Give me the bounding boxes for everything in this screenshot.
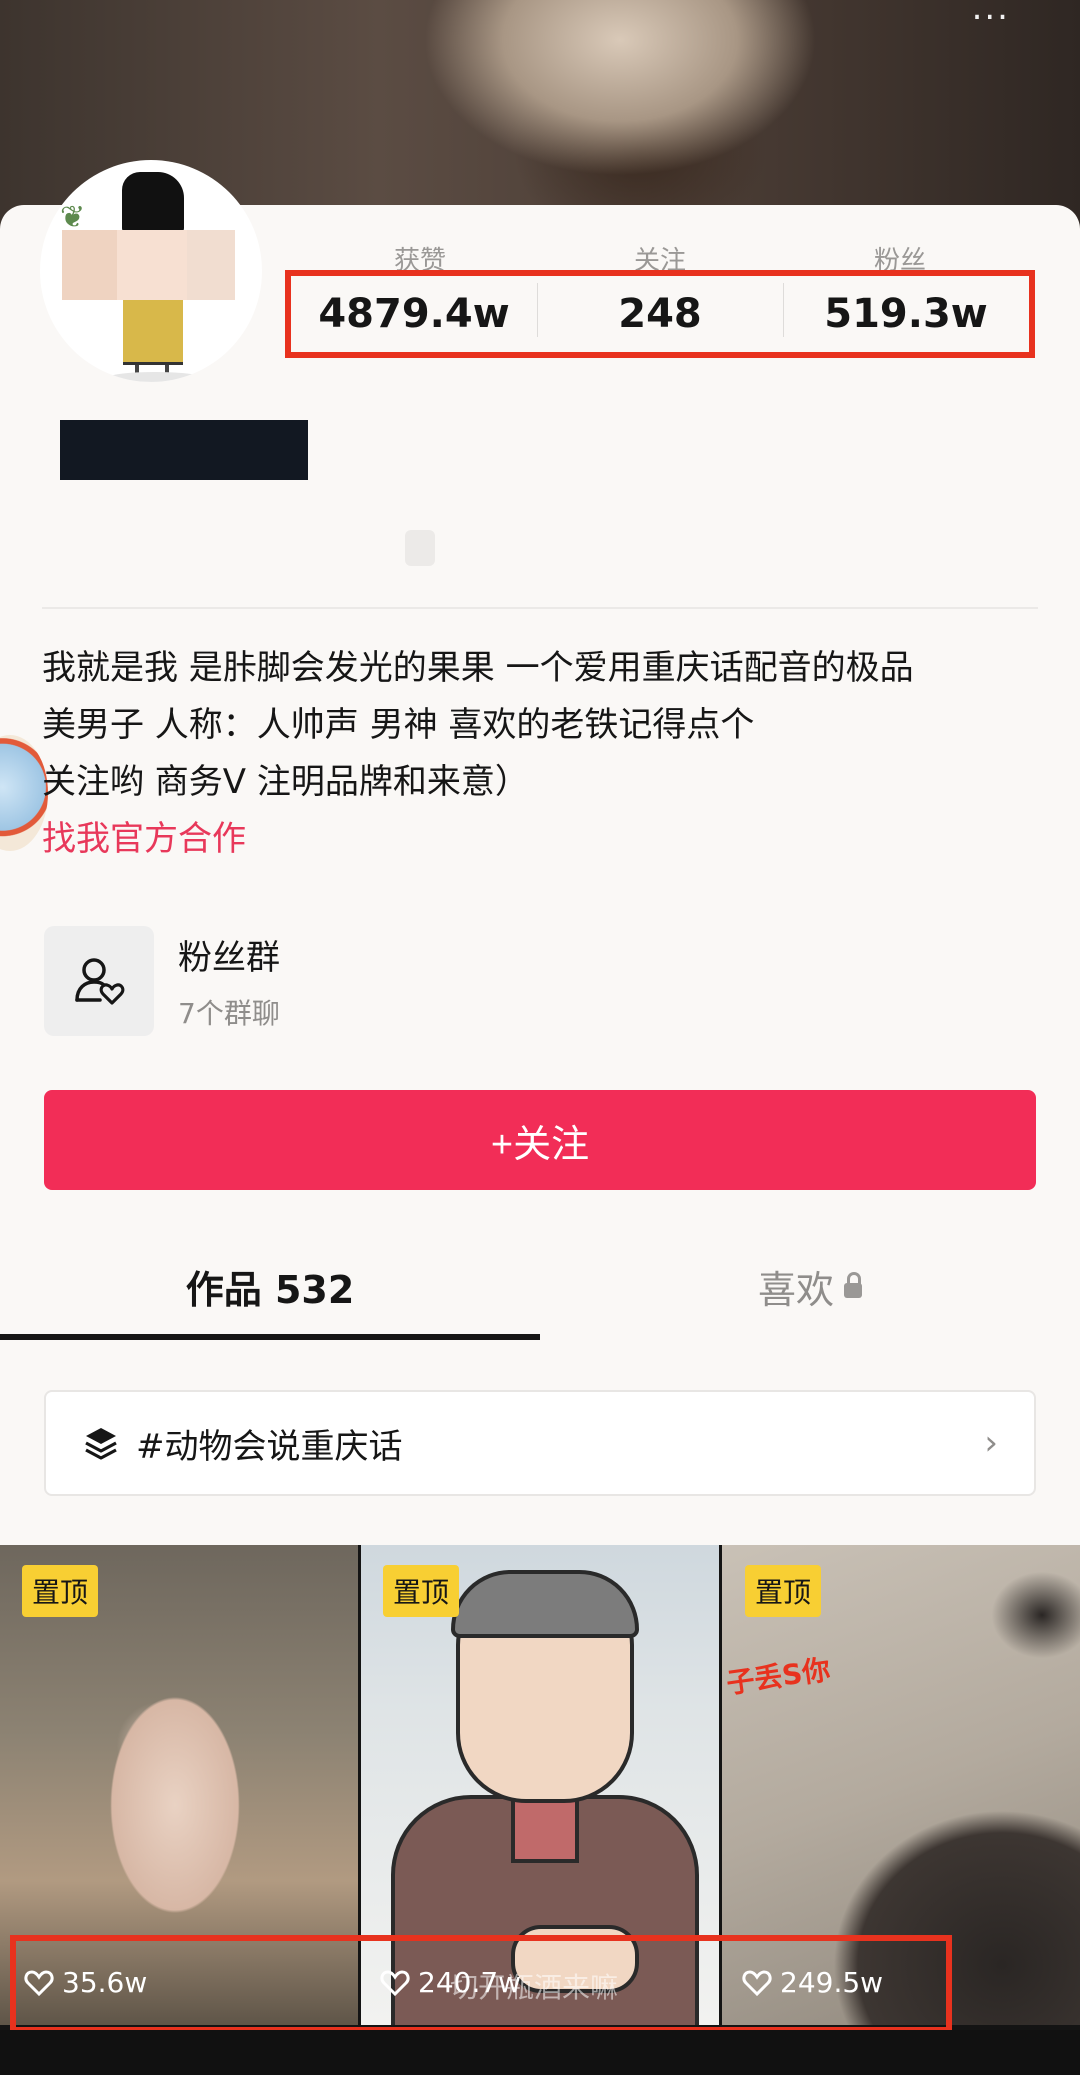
tab-works[interactable]: 作品 532 xyxy=(0,1245,540,1340)
bio-line-1: 我就是我 是胩脚会发光的果果 一个爱用重庆话配音的极品 xyxy=(42,648,914,688)
pinned-badge: 置顶 xyxy=(383,1565,460,1617)
stat-likes-value[interactable]: 4879.4w xyxy=(291,291,537,337)
pinned-badge: 置顶 xyxy=(22,1565,99,1617)
stats-highlight-box: 4879.4w 248 519.3w xyxy=(285,270,1035,358)
fan-group-title[interactable]: 粉丝群 xyxy=(178,930,280,979)
username-redacted xyxy=(60,420,308,480)
heart-icon xyxy=(742,1969,772,1996)
stats-labels: 获赞 关注 粉丝 xyxy=(300,240,1020,276)
user-heart-icon[interactable] xyxy=(44,926,154,1036)
avatar[interactable]: ❦ xyxy=(40,160,262,382)
stat-label-likes[interactable]: 获赞 xyxy=(300,240,540,276)
stat-followers-value[interactable]: 519.3w xyxy=(783,283,1029,337)
next-row-strip xyxy=(0,2030,1080,2075)
video-2-caption: 切开瓶酒来嘛 xyxy=(450,1971,619,2004)
heart-icon xyxy=(380,1969,410,1996)
profile-sheet xyxy=(0,205,1080,1545)
stat-following-value[interactable]: 248 xyxy=(537,283,783,337)
status-glyph: ... xyxy=(971,0,1010,28)
video-overlay-text: 子丢S你 xyxy=(724,1652,833,1701)
stat-label-following[interactable]: 关注 xyxy=(540,240,780,276)
lock-icon xyxy=(844,1272,862,1298)
heart-icon xyxy=(24,1969,54,1996)
tab-likes[interactable]: 喜欢 xyxy=(540,1245,1080,1340)
profile-bio: 我就是我 是胩脚会发光的果果 一个爱用重庆话配音的极品 美男子 人称：人帅声 男… xyxy=(42,640,1042,868)
divider xyxy=(42,607,1038,609)
bio-line-2: 美男子 人称：人帅声 男神 喜欢的老铁记得点个 xyxy=(42,705,755,745)
video-3-likes: 249.5w xyxy=(742,1966,883,1999)
video-1-likes: 35.6w xyxy=(24,1966,147,1999)
collection-row[interactable]: #动物会说重庆话 › xyxy=(44,1390,1036,1496)
profile-tabs: 作品 532 喜欢 xyxy=(0,1245,1080,1340)
fan-group-subtitle: 7个群聊 xyxy=(178,997,280,1030)
collection-label: #动物会说重庆话 xyxy=(136,1426,403,1467)
chevron-right-icon: › xyxy=(984,1423,998,1463)
stat-label-followers[interactable]: 粉丝 xyxy=(780,240,1020,276)
bio-line-3: 关注哟 商务V 注明品牌和来意） xyxy=(42,762,529,802)
follow-button[interactable]: +关注 xyxy=(44,1090,1036,1190)
layers-icon xyxy=(85,1428,117,1460)
pinned-badge: 置顶 xyxy=(745,1565,822,1617)
official-cooperation-link[interactable]: 找我官方合作 xyxy=(42,811,1042,868)
faded-icon xyxy=(405,530,435,566)
